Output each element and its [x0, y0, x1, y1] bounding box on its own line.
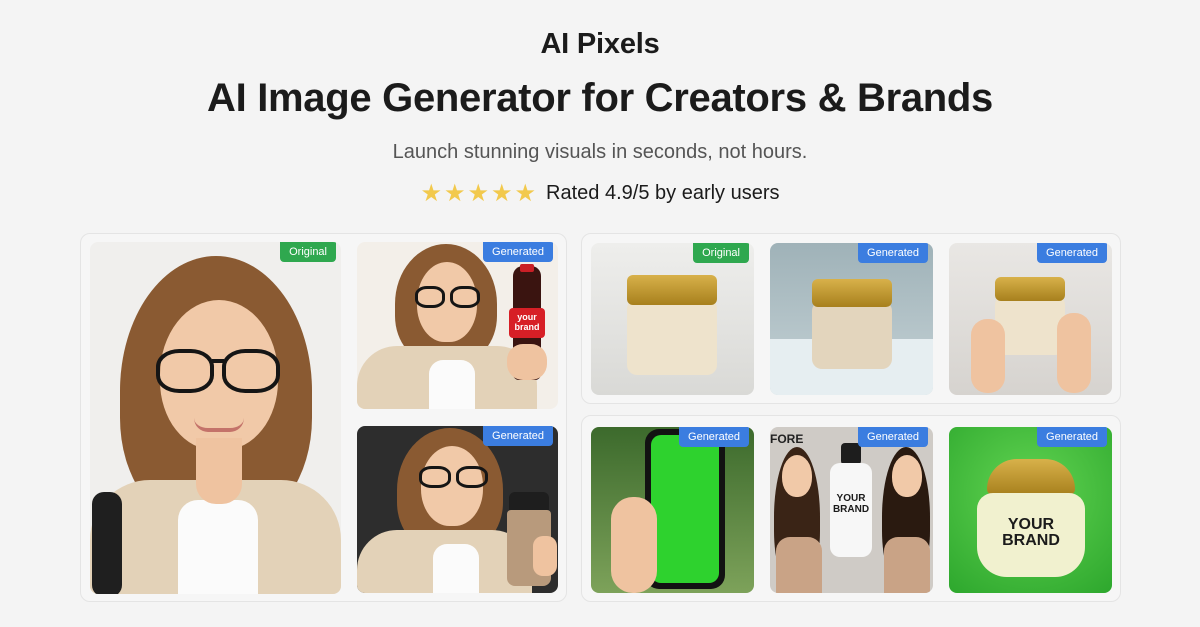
portrait-shirt: [429, 360, 475, 409]
generated-badge: Generated: [483, 242, 553, 262]
jar-lid: [995, 277, 1065, 301]
product-showcase-panel: Generated FORE YOUR BRAND Generated YOUR…: [581, 415, 1121, 602]
phone-green-screen: [651, 435, 719, 583]
jar-body: [627, 299, 717, 375]
rating-text: Rated 4.9/5 by early users: [546, 181, 780, 204]
jar-generated-green-image: YOUR BRAND Generated: [949, 427, 1112, 593]
glasses-right-lens: [450, 286, 480, 308]
page-subtitle: Launch stunning visuals in seconds, not …: [392, 141, 808, 163]
portrait-bag-strap: [92, 492, 122, 594]
jar-label-line1: YOUR: [1007, 516, 1055, 533]
phone-generated-image: Generated: [591, 427, 754, 593]
person-right-body: [884, 537, 930, 593]
star-icon: ★: [491, 179, 513, 207]
portrait-shirt: [178, 500, 258, 594]
bottle-label-line2: brand: [514, 322, 540, 332]
jar-label: YOUR BRAND: [977, 517, 1085, 549]
shaker-lid: [509, 492, 549, 512]
generated-badge: Generated: [1037, 427, 1107, 447]
poster-text: FORE: [770, 432, 804, 446]
star-icon: ★: [443, 179, 466, 207]
soda-bottle-cap: [520, 264, 534, 272]
shampoo-generated-image: FORE YOUR BRAND Generated: [770, 427, 933, 593]
rating: ★ ★ ★ ★ ★ Rated 4.9/5 by early users: [0, 181, 1200, 205]
generated-badge: Generated: [1037, 243, 1107, 263]
person-left-face: [782, 455, 812, 497]
portrait-smile: [194, 418, 244, 432]
glasses-right-lens: [456, 466, 488, 488]
jar-lid: [627, 275, 717, 305]
portrait-shirt: [433, 544, 479, 593]
jar-body: [812, 301, 892, 369]
generated-badge: Generated: [679, 427, 749, 447]
glasses-left-lens: [156, 349, 214, 393]
bottle-label-line1: your: [517, 312, 537, 322]
jar-showcase-panel: Original Generated Generated: [581, 233, 1121, 404]
generated-badge: Generated: [858, 427, 928, 447]
generated-badge: Generated: [858, 243, 928, 263]
generated-badge: Generated: [483, 426, 553, 446]
soda-bottle-label: your brand: [509, 308, 545, 338]
glasses-bridge: [212, 359, 224, 363]
star-icon: ★: [514, 179, 537, 207]
star-icon: ★: [467, 179, 490, 207]
glasses-right-lens: [222, 349, 280, 393]
jar-body: [995, 295, 1065, 355]
jar-label-line2: BRAND: [1002, 532, 1060, 549]
hand-right: [1057, 313, 1091, 393]
original-badge: Original: [693, 243, 749, 263]
shampoo-label: YOUR BRAND: [830, 493, 872, 515]
person-right-face: [892, 455, 922, 497]
shampoo-bottle-cap: [841, 443, 861, 465]
jar-lid: [812, 279, 892, 307]
hand-left: [971, 319, 1005, 393]
hand: [507, 344, 547, 380]
rating-stars: ★ ★ ★ ★ ★: [420, 181, 536, 205]
portrait-showcase-panel: Original your brand Generated Generated: [80, 233, 567, 602]
portrait-original-image: Original: [90, 242, 341, 594]
jar-generated-ice-image: Generated: [770, 243, 933, 395]
page-headline: AI Image Generator for Creators & Brands: [207, 76, 993, 120]
brand-name: AI Pixels: [540, 28, 660, 60]
original-badge: Original: [280, 242, 336, 262]
hand: [611, 497, 657, 593]
glasses-left-lens: [419, 466, 451, 488]
jar-lid: [987, 459, 1075, 495]
shampoo-label-line1: YOUR: [836, 493, 866, 504]
jar-original-image: Original: [591, 243, 754, 395]
portrait-neck: [196, 438, 242, 504]
glasses-left-lens: [415, 286, 445, 308]
portrait-generated-bottle-image: your brand Generated: [357, 242, 558, 409]
person-left-body: [776, 537, 822, 593]
shampoo-label-line2: BRAND: [832, 504, 870, 515]
star-icon: ★: [420, 179, 442, 207]
hand: [533, 536, 557, 576]
jar-generated-hand-image: Generated: [949, 243, 1112, 395]
portrait-generated-shaker-image: Generated: [357, 426, 558, 593]
